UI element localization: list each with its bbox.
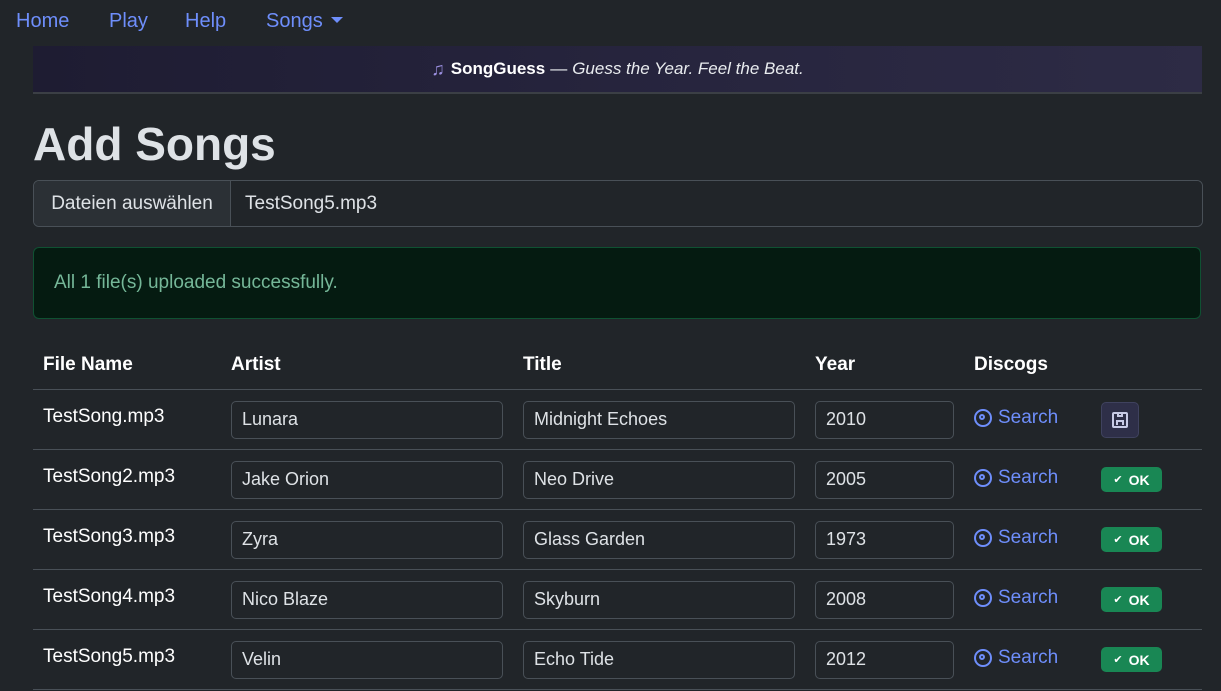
- header-actions: [1091, 340, 1202, 390]
- header-file-name: File Name: [33, 340, 221, 390]
- save-button[interactable]: [1101, 401, 1139, 438]
- file-name-cell: TestSong4.mp3: [33, 569, 221, 630]
- app-banner: ♫ SongGuess — Guess the Year. Feel the B…: [33, 46, 1202, 94]
- discogs-search-link[interactable]: Search: [974, 467, 1058, 489]
- search-label: Search: [998, 406, 1059, 428]
- songs-table: File Name Artist Title Year Discogs Test…: [33, 340, 1202, 690]
- ok-status-badge: ✔ OK: [1101, 587, 1162, 612]
- year-input[interactable]: 2005: [815, 460, 954, 499]
- title-input[interactable]: Midnight Echoes: [523, 400, 795, 439]
- table-row: TestSong4.mp3 Nico Blaze Skyburn 2008 Se…: [33, 569, 1202, 630]
- title-input[interactable]: Echo Tide: [523, 640, 795, 679]
- vinyl-record-icon: [974, 528, 992, 547]
- nav-songs-dropdown[interactable]: Songs: [266, 10, 343, 33]
- checkmark-icon: ✔: [1113, 654, 1123, 666]
- year-input[interactable]: 2008: [815, 580, 954, 619]
- title-input[interactable]: Skyburn: [523, 580, 795, 619]
- checkmark-icon: ✔: [1113, 474, 1123, 486]
- search-label: Search: [998, 526, 1059, 548]
- brand-name: SongGuess: [450, 59, 546, 78]
- banner-tagline: Guess the Year. Feel the Beat.: [572, 59, 804, 78]
- nav-songs-label: Songs: [266, 10, 323, 32]
- ok-label: OK: [1128, 471, 1150, 488]
- vinyl-record-icon: [974, 408, 992, 427]
- file-name-cell: TestSong3.mp3: [33, 509, 221, 570]
- top-navbar: Home Play Help Songs: [0, 0, 1221, 44]
- file-name-cell: TestSong.mp3: [33, 389, 221, 450]
- ok-status-badge: ✔ OK: [1101, 467, 1162, 492]
- discogs-search-link[interactable]: Search: [974, 407, 1058, 429]
- ok-status-badge: ✔ OK: [1101, 527, 1162, 552]
- table-header-row: File Name Artist Title Year Discogs: [33, 340, 1202, 390]
- table-row: TestSong5.mp3 Velin Echo Tide 2012 Searc…: [33, 629, 1202, 690]
- checkmark-icon: ✔: [1113, 534, 1123, 546]
- artist-input[interactable]: Velin: [231, 640, 503, 679]
- nav-play-link[interactable]: Play: [109, 10, 148, 33]
- title-input[interactable]: Glass Garden: [523, 520, 795, 559]
- header-title: Title: [513, 340, 805, 390]
- selected-file-name: TestSong5.mp3: [231, 181, 1202, 226]
- nav-help-link[interactable]: Help: [185, 10, 226, 33]
- header-discogs: Discogs: [964, 340, 1091, 390]
- file-upload-input[interactable]: Dateien auswählen TestSong5.mp3: [33, 180, 1203, 227]
- discogs-search-link[interactable]: Search: [974, 527, 1058, 549]
- title-input[interactable]: Neo Drive: [523, 460, 795, 499]
- file-name-cell: TestSong5.mp3: [33, 629, 221, 690]
- checkmark-icon: ✔: [1113, 594, 1123, 606]
- discogs-search-link[interactable]: Search: [974, 587, 1058, 609]
- chevron-down-icon: [330, 17, 343, 23]
- search-label: Search: [998, 466, 1059, 488]
- ok-label: OK: [1128, 651, 1150, 668]
- ok-label: OK: [1128, 591, 1150, 608]
- upload-success-alert: All 1 file(s) uploaded successfully.: [33, 247, 1201, 319]
- ok-label: OK: [1128, 531, 1150, 548]
- file-name-cell: TestSong2.mp3: [33, 449, 221, 510]
- table-row: TestSong.mp3 Lunara Midnight Echoes 2010…: [33, 389, 1202, 450]
- nav-home-link[interactable]: Home: [16, 10, 69, 33]
- discogs-search-link[interactable]: Search: [974, 647, 1058, 669]
- year-input[interactable]: 2012: [815, 640, 954, 679]
- choose-files-button[interactable]: Dateien auswählen: [34, 181, 231, 226]
- artist-input[interactable]: Lunara: [231, 400, 503, 439]
- banner-separator: —: [550, 59, 568, 78]
- header-year: Year: [805, 340, 964, 390]
- table-row: TestSong3.mp3 Zyra Glass Garden 1973 Sea…: [33, 509, 1202, 570]
- table-row: TestSong2.mp3 Jake Orion Neo Drive 2005 …: [33, 449, 1202, 510]
- vinyl-record-icon: [974, 648, 992, 667]
- ok-status-badge: ✔ OK: [1101, 647, 1162, 672]
- artist-input[interactable]: Jake Orion: [231, 460, 503, 499]
- artist-input[interactable]: Nico Blaze: [231, 580, 503, 619]
- header-artist: Artist: [221, 340, 513, 390]
- page-title: Add Songs: [33, 118, 276, 170]
- vinyl-record-icon: [974, 468, 992, 487]
- floppy-disk-icon: [1112, 411, 1128, 428]
- year-input[interactable]: 2010: [815, 400, 954, 439]
- artist-input[interactable]: Zyra: [231, 520, 503, 559]
- search-label: Search: [998, 646, 1059, 668]
- year-input[interactable]: 1973: [815, 520, 954, 559]
- music-note-icon: ♫: [431, 58, 445, 79]
- search-label: Search: [998, 586, 1059, 608]
- vinyl-record-icon: [974, 588, 992, 607]
